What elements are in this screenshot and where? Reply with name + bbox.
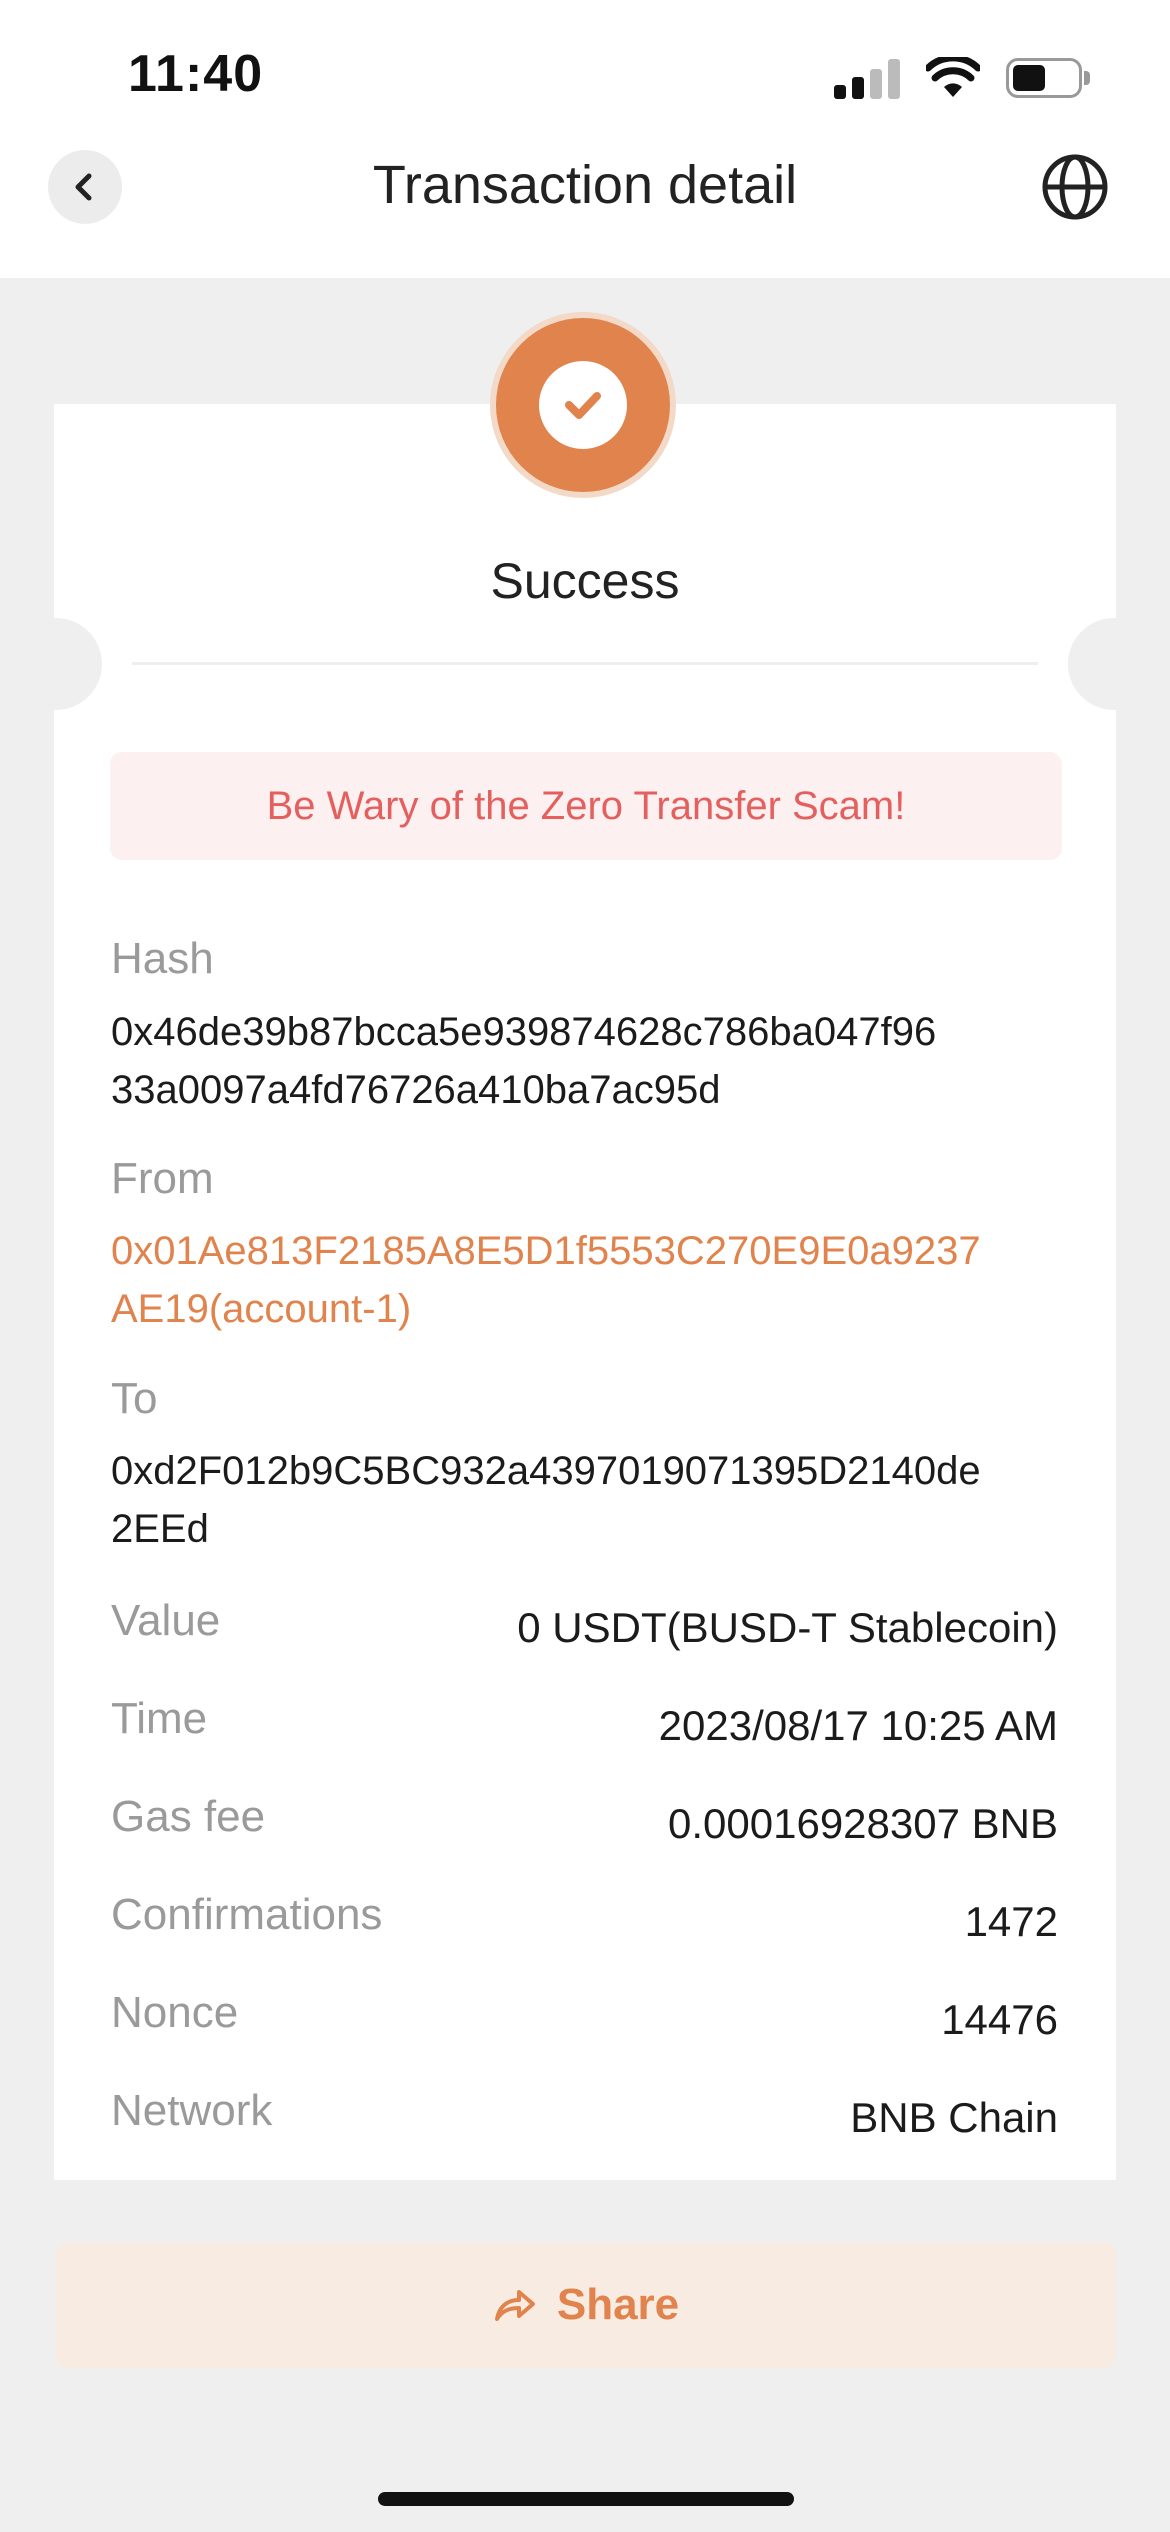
scam-warning-banner[interactable]: Be Wary of the Zero Transfer Scam! bbox=[110, 752, 1062, 860]
value-amount: 0 USDT(BUSD-T Stablecoin) bbox=[517, 1604, 1058, 1651]
success-badge bbox=[496, 318, 670, 492]
battery-icon bbox=[1006, 58, 1090, 98]
time-label: Time bbox=[111, 1694, 208, 1743]
top-bar bbox=[0, 0, 1170, 278]
checkmark-icon bbox=[565, 392, 601, 419]
nonce-label: Nonce bbox=[111, 1988, 239, 2037]
from-address[interactable]: 0x01Ae813F2185A8E5D1f5553C270E9E0a9237 A… bbox=[111, 1222, 1061, 1338]
nonce-value: 14476 bbox=[941, 1996, 1058, 2043]
status-time: 11:40 bbox=[128, 45, 264, 103]
to-address[interactable]: 0xd2F012b9C5BC932a4397019071395D2140de 2… bbox=[111, 1442, 1061, 1558]
gas-fee-label: Gas fee bbox=[111, 1792, 266, 1841]
wifi-icon bbox=[926, 57, 980, 97]
hash-label: Hash bbox=[111, 934, 214, 983]
share-label: Share bbox=[556, 2280, 680, 2329]
value-label: Value bbox=[111, 1596, 221, 1645]
gas-fee-value: 0.00016928307 BNB bbox=[668, 1800, 1058, 1847]
transaction-detail-screen: 11:40 Transaction detail Success Be Wary… bbox=[0, 0, 1170, 2532]
to-label: To bbox=[111, 1374, 158, 1423]
share-button[interactable]: Share bbox=[56, 2242, 1116, 2368]
status-text: Success bbox=[490, 553, 680, 609]
network-label: Network bbox=[111, 2086, 273, 2135]
from-label: From bbox=[111, 1154, 214, 1203]
share-arrow-icon bbox=[494, 2290, 535, 2321]
time-value: 2023/08/17 10:25 AM bbox=[658, 1702, 1058, 1749]
cellular-signal-icon bbox=[834, 57, 900, 99]
confirmations-label: Confirmations bbox=[111, 1890, 383, 1939]
hash-value[interactable]: 0x46de39b87bcca5e939874628c786ba047f96 3… bbox=[111, 1003, 1061, 1119]
status-icons bbox=[834, 50, 1090, 106]
globe-icon[interactable] bbox=[1040, 152, 1110, 222]
confirmations-value: 1472 bbox=[964, 1898, 1058, 1945]
home-indicator bbox=[378, 2492, 794, 2506]
network-value: BNB Chain bbox=[850, 2094, 1058, 2141]
page-title: Transaction detail bbox=[372, 155, 798, 215]
card-divider bbox=[132, 662, 1038, 665]
